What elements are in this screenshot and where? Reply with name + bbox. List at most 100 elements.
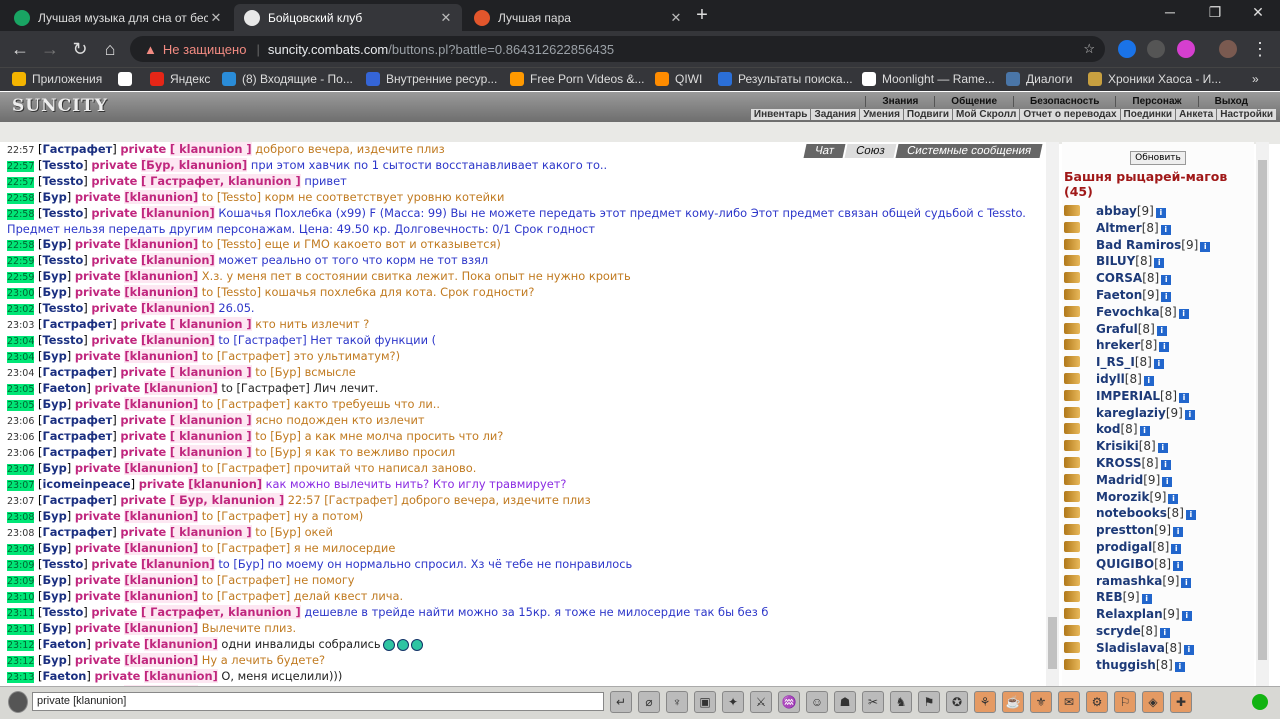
message-recipients[interactable]: [klanunion] [124,509,199,523]
toolbar-button[interactable]: ⚐ [1114,691,1136,713]
user-info-icon[interactable]: i [1153,359,1164,370]
user-name[interactable]: BILUY [1096,254,1135,268]
user-name[interactable]: Graful [1096,322,1138,336]
toolbar-button[interactable]: ▣ [694,691,716,713]
menu-bottom-item[interactable]: Подвиги [902,109,952,120]
user-info-icon[interactable]: i [1173,527,1184,538]
user-name[interactable]: Madrid [1096,473,1143,487]
user-list-item[interactable]: IMPERIAL[8] i [1062,388,1254,405]
home-icon[interactable]: ⌂ [100,39,120,59]
user-info-icon[interactable]: i [1159,627,1170,638]
reload-icon[interactable]: ↻ [70,39,90,59]
menu-bottom-item[interactable]: Задания [810,109,859,120]
message-recipients[interactable]: [klanunion] [140,333,215,347]
message-author[interactable]: Tessto [42,605,83,619]
user-name[interactable]: prestton [1096,523,1154,537]
message-author[interactable]: Tessto [42,158,83,172]
user-info-icon[interactable]: i [1156,325,1167,336]
menu-top-item[interactable]: Знания [865,96,934,107]
user-name[interactable]: REB [1096,590,1123,604]
message-author[interactable]: Бур [42,621,66,635]
message-author[interactable]: Faeton [42,637,86,651]
address-bar[interactable]: ▲ Не защищено | suncity.combats.com /but… [130,36,1105,62]
user-info-icon[interactable]: i [1178,308,1189,319]
message-recipients[interactable]: [ Гастрафет, klanunion ] [140,605,301,619]
message-author[interactable]: Гастрафет [42,142,112,156]
back-arrow-icon[interactable]: ← [10,39,30,59]
user-list-item[interactable]: hreker[8] i [1062,337,1254,354]
message-author[interactable]: Бур [42,541,66,555]
user-list-item[interactable]: Krisiki[8] i [1062,438,1254,455]
message-author[interactable]: Tessto [42,301,83,315]
message-recipients[interactable]: [klanunion] [188,477,263,491]
message-author[interactable]: Faeton [42,381,86,395]
chat-tab[interactable]: Системные сообщения [895,144,1043,158]
message-recipients[interactable]: [klanunion] [140,253,215,267]
user-info-icon[interactable]: i [1155,208,1166,218]
bookmark-star-icon[interactable]: ☆ [1083,41,1095,57]
tab-close-icon[interactable]: ✕ [668,10,684,26]
chat-input[interactable]: private [klanunion] [32,692,604,711]
message-author[interactable]: Бур [42,573,66,587]
restore-button[interactable]: ❐ [1200,4,1230,24]
user-name[interactable]: hreker [1096,338,1140,352]
message-author[interactable]: Гастрафет [42,429,112,443]
message-recipients[interactable]: [klanunion] [140,301,215,315]
user-name[interactable]: ramashka [1096,574,1162,588]
user-list-item[interactable]: Morozik[9] i [1062,489,1254,506]
user-list-item[interactable]: CORSA[8] i [1062,270,1254,287]
toolbar-button[interactable]: ☗ [834,691,856,713]
message-author[interactable]: Tessto [42,333,83,347]
bookmark-item[interactable]: Яндекс [150,72,210,86]
toolbar-button[interactable]: ↵ [610,691,632,713]
message-recipients[interactable]: [Бур, klanunion] [140,158,248,172]
user-name[interactable]: kod [1096,422,1121,436]
toolbar-button[interactable]: ♞ [890,691,912,713]
user-info-icon[interactable]: i [1183,644,1194,655]
user-list-item[interactable]: kareglaziy[9] i [1062,405,1254,422]
user-info-icon[interactable]: i [1173,560,1184,571]
message-author[interactable]: Бур [42,285,66,299]
user-name[interactable]: Bad Ramiros [1096,238,1181,252]
menu-dots-icon[interactable]: ⋮ [1250,39,1270,59]
menu-top-item[interactable]: Безопасность [1013,96,1115,107]
chat-scrollbar[interactable] [1046,142,1059,686]
user-list-item[interactable]: thuggish[8] i [1062,657,1254,674]
extension-shield-icon[interactable] [1118,40,1136,58]
browser-tab[interactable]: Бойцовский клуб ✕ [234,4,462,31]
chat-tab[interactable]: Союз [844,144,897,158]
message-author[interactable]: Tessto [42,557,83,571]
user-info-icon[interactable]: i [1141,594,1152,605]
user-name[interactable]: QUIGIBO [1096,557,1154,571]
toolbar-button[interactable]: ⚔ [750,691,772,713]
close-window-button[interactable]: ✕ [1243,4,1273,24]
refresh-button[interactable]: Обновить [1130,151,1186,165]
user-list-item[interactable]: Relaxplan[9] i [1062,606,1254,623]
toolbar-button[interactable]: ⚑ [918,691,940,713]
user-list-item[interactable]: I_RS_I[8] i [1062,354,1254,371]
menu-top-item[interactable]: Выход [1197,96,1264,107]
menu-bottom-item[interactable]: Анкета [1175,109,1216,120]
message-author[interactable]: icomeinpeace [42,477,130,491]
user-name[interactable]: Morozik [1096,490,1149,504]
user-name[interactable]: prodigal [1096,540,1152,554]
message-recipients[interactable]: [klanunion] [124,461,199,475]
user-list-item[interactable]: kod[8] i [1062,421,1254,438]
user-info-icon[interactable]: i [1160,224,1171,235]
toolbar-button[interactable]: ⌀ [638,691,660,713]
message-recipients[interactable]: [klanunion] [124,190,199,204]
user-info-icon[interactable]: i [1161,291,1172,302]
bookmark-item[interactable]: Хроники Хаоса - И... [1088,72,1221,86]
message-recipients[interactable]: [ klanunion ] [169,142,252,156]
message-author[interactable]: Гастрафет [42,413,112,427]
user-list-item[interactable]: prestton[9] i [1062,522,1254,539]
message-recipients[interactable]: [klanunion] [140,557,215,571]
bookmark-item[interactable]: Free Porn Videos &... [510,72,645,86]
users-scrollbar[interactable] [1256,142,1269,686]
user-info-icon[interactable]: i [1200,241,1211,252]
toolbar-button[interactable]: ☺ [806,691,828,713]
toolbar-button[interactable]: ✪ [946,691,968,713]
bookmark-item[interactable]: (8) Входящие - По... [222,72,353,86]
toolbar-button[interactable]: ✦ [722,691,744,713]
user-name[interactable]: kareglaziy [1096,406,1166,420]
